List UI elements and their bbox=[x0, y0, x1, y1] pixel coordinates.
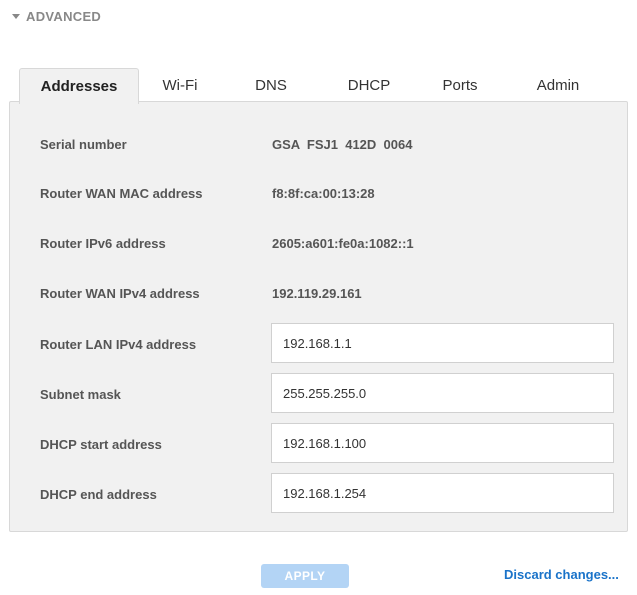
tab-ports[interactable]: Ports bbox=[417, 68, 503, 102]
serial-number-label: Serial number bbox=[40, 136, 127, 152]
tab-admin[interactable]: Admin bbox=[503, 68, 613, 102]
ipv6-label: Router IPv6 address bbox=[40, 235, 166, 251]
lan-ipv4-input[interactable] bbox=[271, 323, 614, 363]
addresses-panel: Serial number GSA FSJ1 412D 0064 Router … bbox=[9, 101, 628, 532]
dhcp-end-input[interactable] bbox=[271, 473, 614, 513]
tab-addresses[interactable]: Addresses bbox=[19, 68, 139, 104]
subnet-mask-row: Subnet mask bbox=[10, 373, 627, 415]
dhcp-end-label: DHCP end address bbox=[40, 486, 157, 502]
wan-ipv4-label: Router WAN IPv4 address bbox=[40, 285, 200, 301]
wan-ipv4-row: Router WAN IPv4 address 192.119.29.161 bbox=[10, 272, 627, 314]
advanced-section-toggle[interactable]: ADVANCED bbox=[12, 9, 101, 24]
subnet-mask-label: Subnet mask bbox=[40, 386, 121, 402]
serial-number-value: GSA FSJ1 412D 0064 bbox=[272, 136, 413, 152]
dhcp-end-row: DHCP end address bbox=[10, 473, 627, 515]
tab-wifi[interactable]: Wi-Fi bbox=[139, 68, 221, 102]
dhcp-start-row: DHCP start address bbox=[10, 423, 627, 465]
ipv6-value: 2605:a601:fe0a:1082::1 bbox=[272, 235, 414, 251]
lan-ipv4-label: Router LAN IPv4 address bbox=[40, 336, 197, 352]
wan-ipv4-value: 192.119.29.161 bbox=[272, 285, 362, 301]
dhcp-start-input[interactable] bbox=[271, 423, 614, 463]
serial-number-row: Serial number GSA FSJ1 412D 0064 bbox=[10, 123, 627, 165]
subnet-mask-input[interactable] bbox=[271, 373, 614, 413]
section-title: ADVANCED bbox=[26, 9, 102, 24]
wan-mac-row: Router WAN MAC address f8:8f:ca:00:13:28 bbox=[10, 172, 627, 214]
tab-dns[interactable]: DNS bbox=[221, 68, 321, 102]
caret-down-icon bbox=[12, 14, 20, 19]
tab-bar: Addresses Wi-Fi DNS DHCP Ports Admin bbox=[19, 68, 613, 104]
apply-button[interactable]: APPLY bbox=[261, 564, 349, 588]
wan-mac-value: f8:8f:ca:00:13:28 bbox=[272, 185, 375, 201]
lan-ipv4-row: Router LAN IPv4 address bbox=[10, 323, 627, 365]
tab-dhcp[interactable]: DHCP bbox=[321, 68, 417, 102]
ipv6-row: Router IPv6 address 2605:a601:fe0a:1082:… bbox=[10, 222, 627, 264]
discard-changes-link[interactable]: Discard changes... bbox=[504, 567, 619, 582]
wan-mac-label: Router WAN MAC address bbox=[40, 185, 203, 201]
dhcp-start-label: DHCP start address bbox=[40, 436, 162, 452]
